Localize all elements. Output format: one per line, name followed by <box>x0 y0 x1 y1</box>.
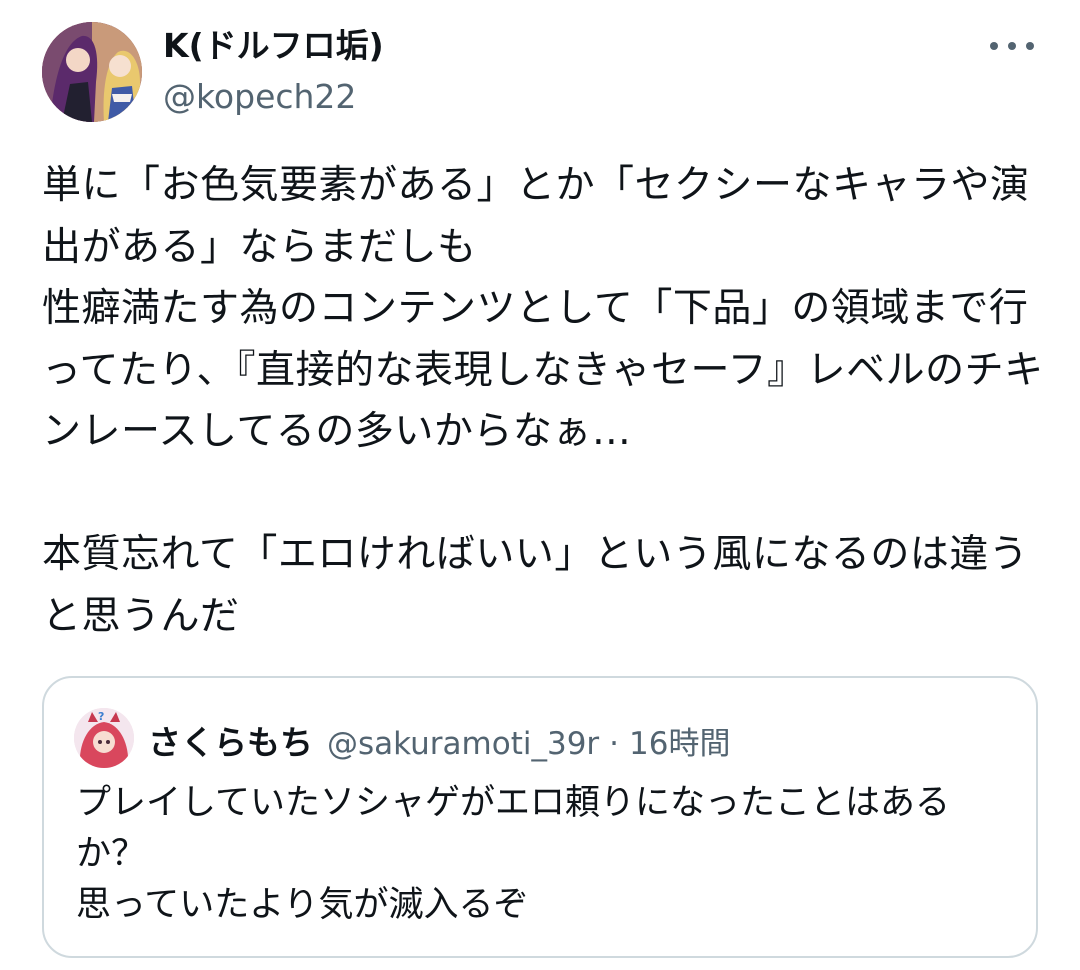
quote-separator: · <box>609 726 620 762</box>
quote-author-avatar[interactable]: ? <box>74 708 134 768</box>
tweet: K(ドルフロ垢) @kopech22 単に「お色気要素がある」とか「セクシーなキ… <box>0 0 1080 970</box>
more-horizontal-icon <box>990 42 998 50</box>
quote-header: さくらもち @sakuramoti_39r · 16時間 <box>148 716 730 763</box>
tweet-header: K(ドルフロ垢) @kopech22 <box>163 24 384 120</box>
quote-text: プレイしていたソシャゲがエロ頼りになったことはあるか？ 思っていたより気が滅入る… <box>76 783 950 925</box>
more-options-button[interactable] <box>990 30 1034 62</box>
quoted-tweet-card[interactable]: ? さくらもち @sakuramoti_39r · 16時間 プレイしていたソシ… <box>42 676 1038 958</box>
more-horizontal-icon-dot <box>1008 42 1016 50</box>
more-horizontal-icon-dot <box>1026 42 1034 50</box>
author-avatar[interactable] <box>42 22 142 122</box>
quote-author-handle[interactable]: @sakuramoti_39r <box>327 726 599 762</box>
quote-author-display-name[interactable]: さくらもち <box>148 716 313 764</box>
author-display-name[interactable]: K(ドルフロ垢) <box>163 24 384 68</box>
author-handle[interactable]: @kopech22 <box>163 74 384 120</box>
anime-character-avatar-icon <box>42 22 142 122</box>
svg-text:?: ? <box>98 710 104 723</box>
tweet-text: 単に「お色気要素がある」とか「セクシーなキャラや演出がある」ならまだしも 性癖満… <box>42 163 1044 639</box>
pink-haired-character-avatar-icon: ? <box>74 708 134 768</box>
quote-timestamp[interactable]: 16時間 <box>629 718 730 763</box>
